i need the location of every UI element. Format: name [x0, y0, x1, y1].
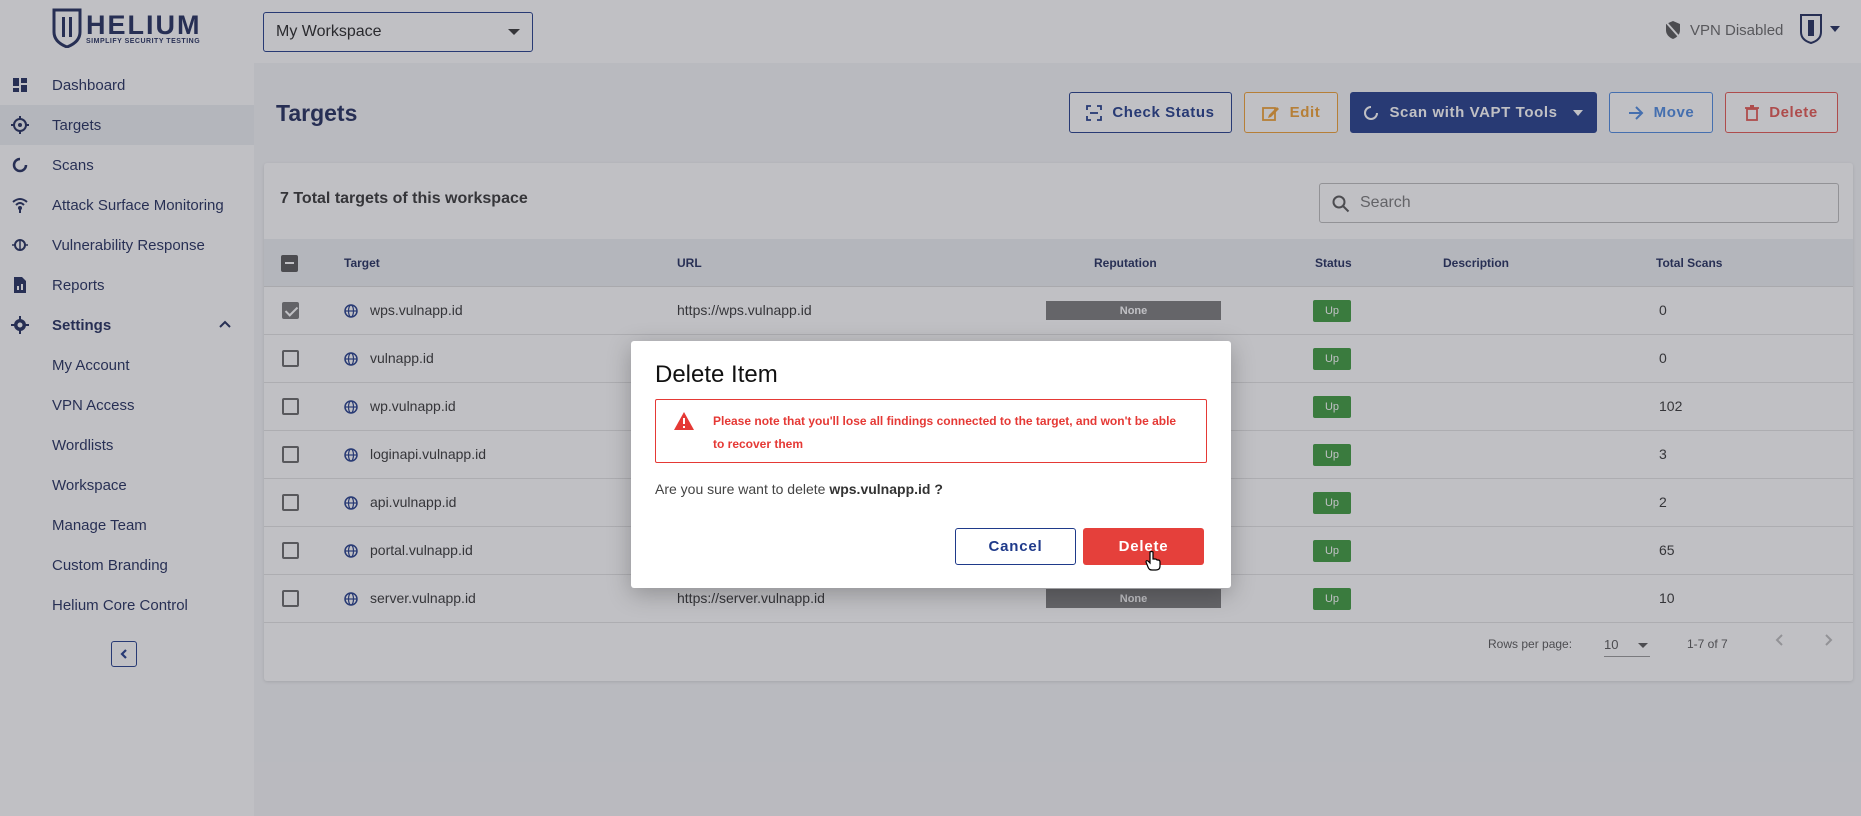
- confirm-target: wps.vulnapp.id ?: [829, 481, 943, 497]
- confirm-delete-button[interactable]: Delete: [1083, 528, 1204, 565]
- dialog-title: Delete Item: [655, 361, 778, 388]
- warning-icon: [674, 412, 694, 430]
- warning-text: Please note that you'll lose all finding…: [713, 414, 1177, 451]
- confirm-prefix: Are you sure want to delete: [655, 481, 826, 497]
- hand-pointer-icon: [1145, 551, 1161, 571]
- confirm-message: Are you sure want to delete wps.vulnapp.…: [655, 481, 943, 497]
- warning-alert: Please note that you'll lose all finding…: [655, 399, 1207, 463]
- delete-item-dialog: Delete Item Please note that you'll lose…: [631, 341, 1231, 588]
- cancel-button[interactable]: Cancel: [955, 528, 1076, 565]
